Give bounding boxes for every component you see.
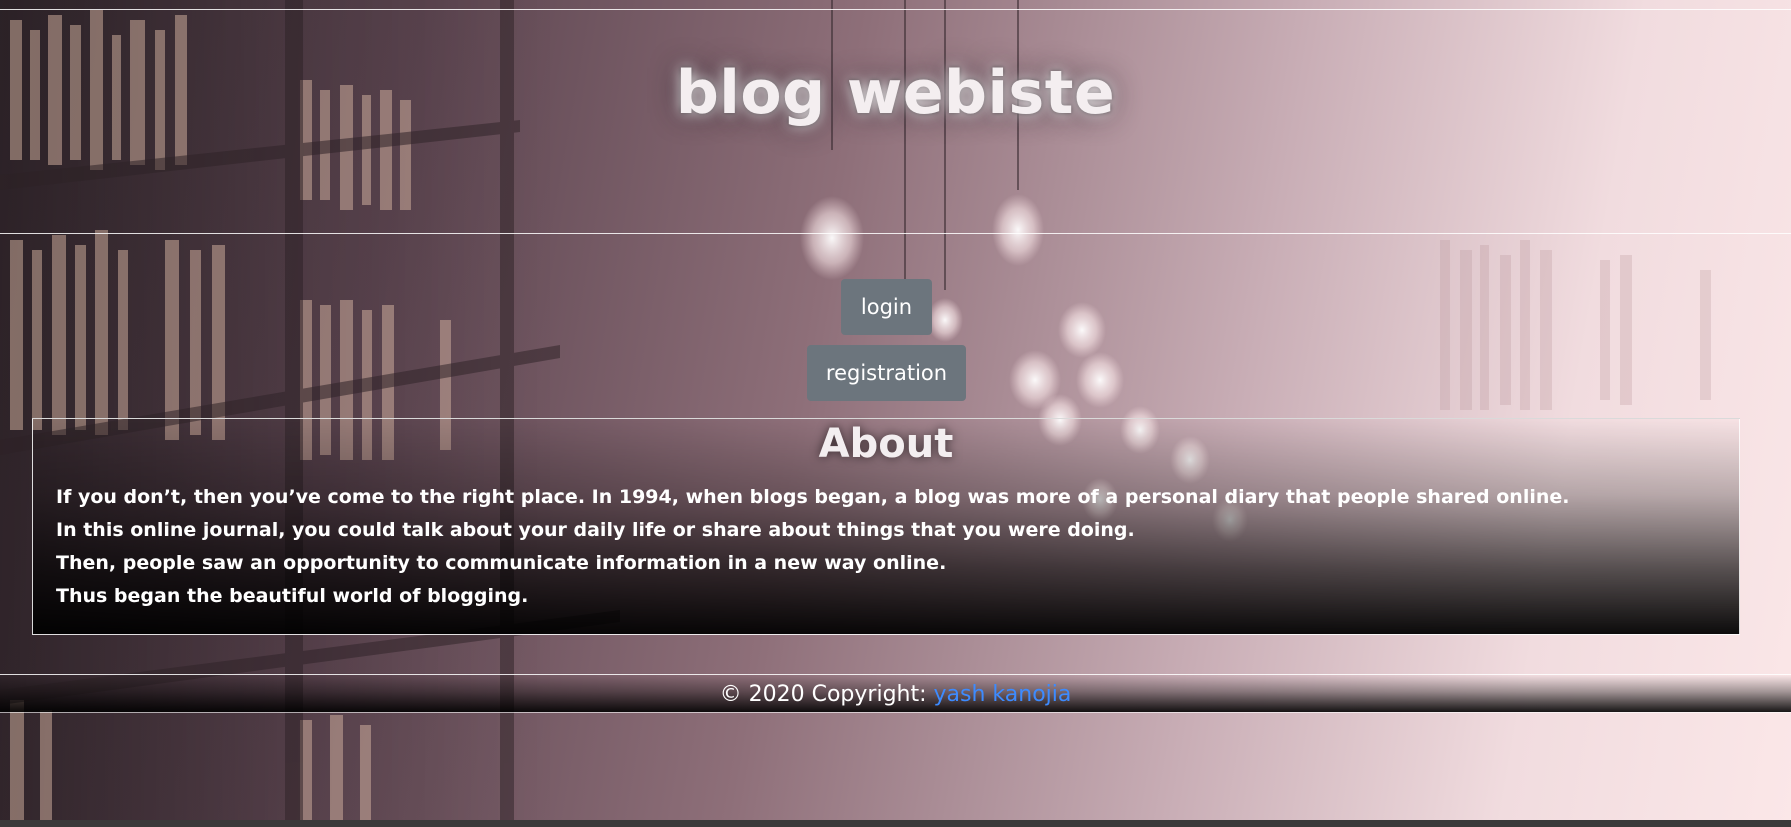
login-button[interactable]: login — [841, 279, 932, 335]
about-text: If you don’t, then you’ve come to the ri… — [56, 481, 1570, 613]
about-paragraph: Then, people saw an opportunity to commu… — [56, 552, 947, 574]
divider-header — [0, 233, 1791, 234]
about-paragraph: In this online journal, you could talk a… — [56, 519, 1135, 541]
divider-top — [0, 9, 1791, 10]
site-title: blog webiste — [675, 58, 1116, 128]
footer: © 2020 Copyright: yash kanojia — [0, 675, 1791, 712]
window-bottom-edge — [0, 820, 1791, 827]
about-heading: About — [818, 421, 954, 467]
registration-button[interactable]: registration — [807, 345, 966, 401]
about-section: About If you don’t, then you’ve come to … — [32, 418, 1740, 635]
divider-footer-bottom — [0, 712, 1791, 713]
about-paragraph: Thus began the beautiful world of bloggi… — [56, 585, 529, 607]
copyright-text: © 2020 Copyright: — [719, 682, 934, 707]
about-paragraph: If you don’t, then you’ve come to the ri… — [56, 486, 1570, 508]
page-background: blog webiste login registration About If… — [0, 0, 1791, 827]
author-link[interactable]: yash kanojia — [934, 682, 1072, 707]
